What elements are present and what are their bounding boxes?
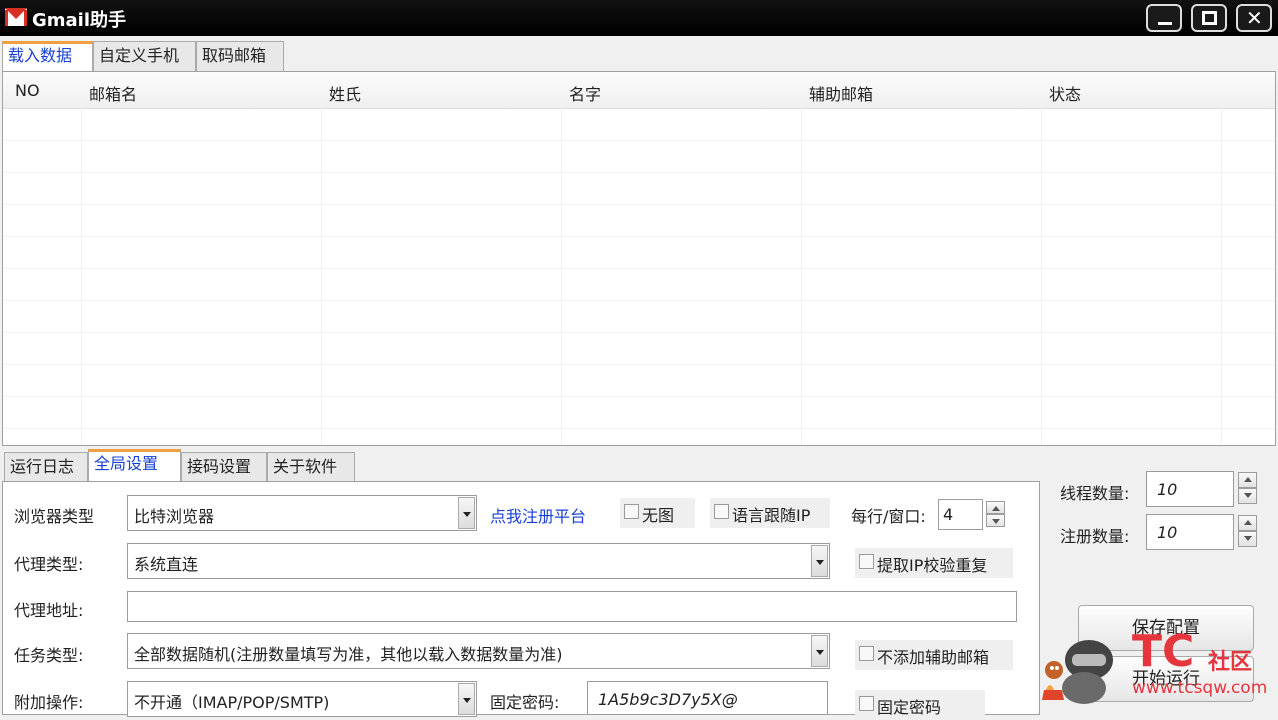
task-type-value: 全部数据随机(注册数量填写为准，其他以载入数据数量为准) xyxy=(134,645,563,664)
minimize-icon xyxy=(1158,22,1172,25)
minimize-button[interactable] xyxy=(1146,4,1182,32)
watermark-brand-cn: 社区 xyxy=(1208,650,1253,675)
task-type-select[interactable]: 全部数据随机(注册数量填写为准，其他以载入数据数量为准) xyxy=(127,633,830,669)
thread-count-value: 10 xyxy=(1157,480,1178,499)
browser-type-label: 浏览器类型 xyxy=(14,507,95,526)
proxy-address-input[interactable] xyxy=(127,591,1017,622)
watermark-url: www.tcsqw.com xyxy=(1132,678,1268,698)
checkbox-box[interactable] xyxy=(859,696,874,711)
spin-up-icon[interactable] xyxy=(1238,472,1257,488)
checkbox-box[interactable] xyxy=(624,504,639,519)
window-title: Gmail助手 xyxy=(32,10,127,31)
site-watermark: TC 社区 www.tcsqw.com xyxy=(1032,618,1278,715)
chevron-down-icon[interactable] xyxy=(458,683,475,715)
data-table[interactable]: NO 邮箱名 姓氏 名字 辅助邮箱 状态 xyxy=(2,71,1276,446)
tab-about-software[interactable]: 关于软件 xyxy=(267,452,355,482)
chevron-down-icon[interactable] xyxy=(458,497,475,529)
column-header-status[interactable]: 状态 xyxy=(1049,81,1081,105)
thread-count-input[interactable]: 10 xyxy=(1146,471,1234,507)
tab-load-data[interactable]: 载入数据 xyxy=(2,41,93,71)
language-follow-ip-checkbox[interactable]: 语言跟随IP xyxy=(710,498,830,528)
no-image-checkbox[interactable]: 无图 xyxy=(620,498,695,528)
extra-op-select[interactable]: 不开通（IMAP/POP/SMTP) xyxy=(127,681,477,717)
fixed-password-check-label: 固定密码 xyxy=(877,698,942,717)
checkbox-box[interactable] xyxy=(714,504,729,519)
column-header-aux-email[interactable]: 辅助邮箱 xyxy=(809,81,873,105)
extra-op-value: 不开通（IMAP/POP/SMTP) xyxy=(134,693,330,712)
proxy-type-label: 代理类型: xyxy=(14,555,84,574)
fixed-password-checkbox[interactable]: 固定密码 xyxy=(855,690,985,720)
tab-run-log[interactable]: 运行日志 xyxy=(4,452,88,482)
proxy-type-value: 系统直连 xyxy=(134,555,199,574)
register-count-input[interactable]: 10 xyxy=(1146,514,1234,550)
mascot-logo-icon xyxy=(1042,640,1113,704)
extract-ip-check-label: 提取IP校验重复 xyxy=(877,556,988,575)
maximize-icon xyxy=(1202,11,1217,25)
gmail-app-icon xyxy=(5,8,27,26)
no-image-label: 无图 xyxy=(642,506,675,525)
no-aux-email-checkbox[interactable]: 不添加辅助邮箱 xyxy=(855,640,1013,670)
register-platform-link[interactable]: 点我注册平台 xyxy=(490,503,586,527)
task-type-label: 任务类型: xyxy=(14,646,84,665)
extra-op-label: 附加操作: xyxy=(14,693,84,712)
chevron-down-icon[interactable] xyxy=(811,545,828,577)
close-button[interactable]: ✕ xyxy=(1236,4,1272,32)
browser-type-select[interactable]: 比特浏览器 xyxy=(127,495,477,531)
tab-sms-settings[interactable]: 接码设置 xyxy=(181,452,267,482)
tab-fetch-code-email[interactable]: 取码邮箱 xyxy=(196,41,284,71)
chevron-down-icon[interactable] xyxy=(811,635,828,667)
thread-count-label: 线程数量: xyxy=(1060,484,1130,503)
per-row-window-label: 每行/窗口: xyxy=(851,507,926,526)
column-header-email[interactable]: 邮箱名 xyxy=(89,81,137,105)
per-row-window-input[interactable]: 4 xyxy=(938,499,983,530)
column-header-name[interactable]: 名字 xyxy=(569,81,601,105)
proxy-type-select[interactable]: 系统直连 xyxy=(127,543,830,579)
spin-down-icon[interactable] xyxy=(1238,488,1257,504)
checkbox-box[interactable] xyxy=(859,646,874,661)
close-icon: ✕ xyxy=(1246,6,1263,30)
spin-down-icon[interactable] xyxy=(1238,531,1257,547)
fixed-password-value: 1A5b9c3D7y5X@ xyxy=(598,690,738,709)
title-bar: Gmail助手 ✕ xyxy=(0,0,1278,36)
fixed-password-input[interactable]: 1A5b9c3D7y5X@ xyxy=(587,681,828,715)
browser-type-value: 比特浏览器 xyxy=(134,507,215,526)
column-header-no[interactable]: NO xyxy=(15,81,40,100)
spin-up-icon[interactable] xyxy=(986,501,1005,514)
spin-down-icon[interactable] xyxy=(986,514,1005,527)
tab-custom-phone[interactable]: 自定义手机 xyxy=(93,41,196,71)
fixed-password-label: 固定密码: xyxy=(490,693,560,712)
language-follow-ip-label: 语言跟随IP xyxy=(732,506,811,525)
no-aux-email-label: 不添加辅助邮箱 xyxy=(877,648,990,667)
extract-ip-check-checkbox[interactable]: 提取IP校验重复 xyxy=(855,548,1013,578)
register-count-label: 注册数量: xyxy=(1060,527,1130,546)
proxy-address-label: 代理地址: xyxy=(14,601,84,620)
table-header: NO 邮箱名 姓氏 名字 辅助邮箱 状态 xyxy=(3,72,1275,109)
column-header-surname[interactable]: 姓氏 xyxy=(329,81,361,105)
per-row-window-value: 4 xyxy=(943,505,954,524)
checkbox-box[interactable] xyxy=(859,554,874,569)
maximize-button[interactable] xyxy=(1191,4,1227,32)
watermark-brand: TC xyxy=(1132,626,1195,677)
tab-global-settings[interactable]: 全局设置 xyxy=(88,449,181,482)
spin-up-icon[interactable] xyxy=(1238,515,1257,531)
register-count-value: 10 xyxy=(1157,523,1178,542)
